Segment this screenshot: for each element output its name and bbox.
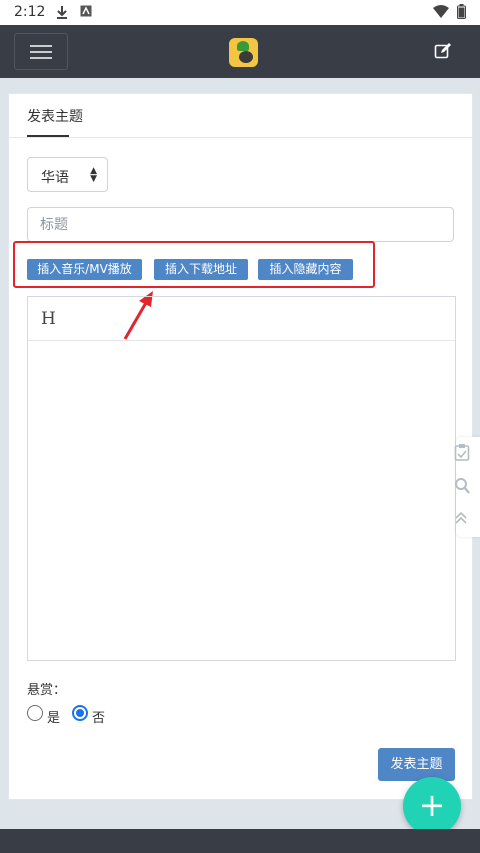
insert-download-button[interactable]: 插入下载地址 (154, 259, 248, 280)
post-form-card: 发表主题 华语 ▲▼ 插入音乐/MV播放 插入下载地址 插入隐藏内容 H 悬赏：… (8, 93, 473, 800)
category-selected-label: 华语 (41, 170, 69, 186)
submit-topic-button[interactable]: 发表主题 (378, 748, 455, 781)
heading-button[interactable]: H (41, 309, 56, 329)
app-logo-icon[interactable] (229, 38, 258, 67)
edit-icon[interactable] (434, 42, 452, 60)
side-toolbar (454, 437, 480, 537)
editor-toolbar: H (28, 297, 455, 341)
search-icon[interactable] (454, 477, 470, 495)
insert-music-button[interactable]: 插入音乐/MV播放 (27, 259, 142, 280)
navbar (0, 25, 480, 78)
hamburger-icon[interactable] (14, 33, 68, 70)
reward-yes-radio[interactable] (27, 705, 43, 721)
rich-text-editor[interactable]: H (27, 296, 456, 661)
tab-new-topic[interactable]: 发表主题 (27, 106, 83, 126)
clipboard-icon[interactable] (454, 443, 470, 461)
title-input[interactable] (27, 207, 454, 242)
reward-no-label: 否 (92, 711, 106, 726)
status-time: 2:12 (14, 4, 46, 20)
category-select[interactable]: 华语 ▲ ▼ (27, 157, 108, 192)
select-arrows-icon: ▲ ▼ (90, 166, 97, 184)
double-chevron-up-icon[interactable] (454, 511, 468, 525)
reward-no-radio[interactable] (72, 705, 88, 721)
tab-divider (9, 137, 472, 138)
reward-yes-label: 是 (47, 711, 61, 726)
insert-hidden-content-button[interactable]: 插入隐藏内容 (258, 259, 353, 280)
status-bar: 2:12 (0, 0, 480, 25)
reward-label: 悬赏： (27, 683, 67, 698)
download-icon (57, 6, 67, 19)
battery-icon (457, 4, 466, 19)
bottom-bar (0, 829, 480, 853)
wifi-icon (433, 5, 449, 18)
add-fab-button[interactable]: + (403, 777, 461, 835)
a-icon (80, 5, 92, 17)
